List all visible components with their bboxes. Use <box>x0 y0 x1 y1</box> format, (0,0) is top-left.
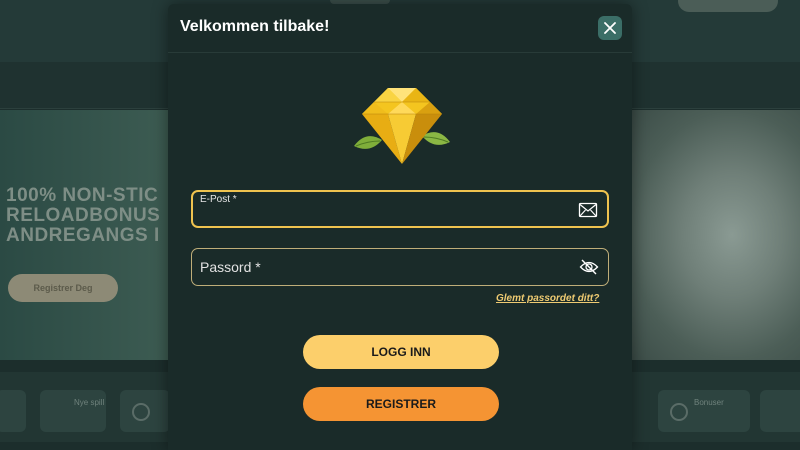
category-tile <box>760 390 800 432</box>
category-tile <box>120 390 170 432</box>
eye-off-icon[interactable] <box>579 258 599 276</box>
hero-artwork <box>630 110 800 360</box>
envelope-icon <box>578 202 598 218</box>
category-tile <box>0 390 26 432</box>
category-icon <box>670 403 688 421</box>
diamond-logo <box>354 88 450 164</box>
close-icon <box>604 22 616 34</box>
login-modal: Velkommen tilbake! E-Post * Passord * Gl… <box>168 4 632 450</box>
hero-register-label: Registrer Deg <box>33 283 93 293</box>
hero-text: 100% NON-STIC RELOADBONUS ANDREGANGS I <box>6 185 161 246</box>
category-tile: Bonuser <box>658 390 750 432</box>
password-placeholder: Passord * <box>200 259 261 275</box>
login-button[interactable]: LOGG INN <box>303 335 499 369</box>
forgot-password-link[interactable]: Glemt passordet ditt? <box>496 293 599 304</box>
category-tile: Nye spill <box>40 390 106 432</box>
hero-register-button: Registrer Deg <box>8 274 118 302</box>
close-button[interactable] <box>598 16 622 40</box>
password-field[interactable]: Passord * <box>191 248 609 286</box>
category-icon <box>132 403 150 421</box>
top-bar-button <box>678 0 778 12</box>
category-tile-label: Nye spill <box>74 398 105 407</box>
register-button[interactable]: REGISTRER <box>303 387 499 421</box>
modal-header: Velkommen tilbake! <box>168 4 632 53</box>
email-label: E-Post * <box>200 194 237 205</box>
email-input[interactable] <box>200 207 570 225</box>
category-tile-label: Bonuser <box>694 398 724 407</box>
email-field[interactable]: E-Post * <box>191 190 609 228</box>
modal-title: Velkommen tilbake! <box>180 18 330 35</box>
